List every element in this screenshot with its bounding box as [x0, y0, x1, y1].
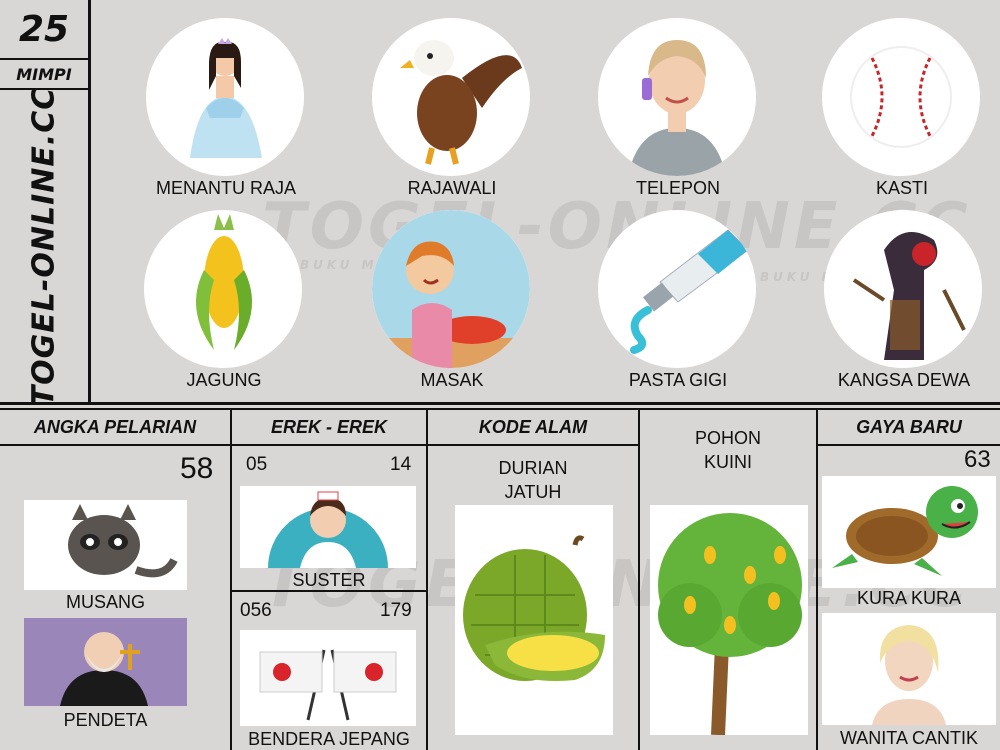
turtle-icon	[822, 476, 996, 588]
item-label: TELEPON	[635, 178, 721, 198]
durian-icon	[455, 505, 613, 735]
item-label: PASTA GIGI	[628, 370, 728, 390]
baseball-icon	[822, 18, 980, 176]
mango-tree-icon	[650, 505, 808, 735]
section-title: KODE ALAM	[478, 416, 588, 437]
divider	[0, 88, 90, 90]
item-label: MASAK	[420, 370, 484, 390]
toothpaste-icon	[598, 210, 756, 368]
japan-flag-icon	[240, 630, 416, 726]
divider	[816, 410, 818, 750]
civet-icon	[24, 500, 187, 590]
divider	[0, 402, 1000, 405]
section-title: GAYA BARU	[856, 416, 962, 437]
woman-icon	[822, 613, 996, 725]
item-label: RAJAWALI	[407, 178, 497, 198]
corn-icon	[144, 210, 302, 368]
item-label: DURIAN	[498, 458, 568, 478]
item-label: JAGUNG	[186, 370, 262, 390]
item-label: MUSANG	[65, 592, 145, 612]
section-title: EREK - EREK	[270, 416, 387, 437]
erek-number-right: 14	[390, 454, 412, 475]
item-label: KUINI	[703, 452, 752, 472]
erek-number-right: 179	[380, 600, 412, 621]
divider	[88, 0, 91, 404]
priest-icon	[24, 618, 187, 706]
erek-number-left: 05	[246, 454, 268, 475]
number-badge: 63	[964, 446, 991, 473]
divider	[0, 444, 640, 446]
item-label: SUSTER	[292, 570, 366, 590]
item-label: POHON	[694, 428, 761, 448]
item-label: MENANTU RAJA	[155, 178, 296, 198]
nurse-icon	[240, 486, 416, 568]
cooking-boy-icon	[372, 210, 530, 368]
item-label: JATUH	[504, 482, 562, 502]
item-label: KANGSA DEWA	[837, 370, 971, 390]
mimpi-label: MIMPI	[16, 64, 72, 84]
section-title: ANGKA PELARIAN	[33, 416, 197, 437]
eagle-icon	[372, 18, 530, 176]
divider	[0, 58, 90, 60]
site-name: TOGEL-ONLINE.CC	[26, 86, 62, 406]
wayang-icon	[824, 210, 982, 368]
number-badge: 58	[180, 452, 214, 485]
erek-number-left: 056	[240, 600, 272, 621]
item-label: WANITA CANTIK	[839, 728, 978, 748]
dream-number: 25	[18, 8, 70, 50]
item-label: BENDERA JEPANG	[248, 729, 410, 749]
princess-icon	[146, 18, 304, 176]
item-label: KASTI	[875, 178, 928, 198]
phone-woman-icon	[598, 18, 756, 176]
item-label: PENDETA	[63, 710, 148, 730]
item-label: KURA KURA	[856, 588, 962, 608]
